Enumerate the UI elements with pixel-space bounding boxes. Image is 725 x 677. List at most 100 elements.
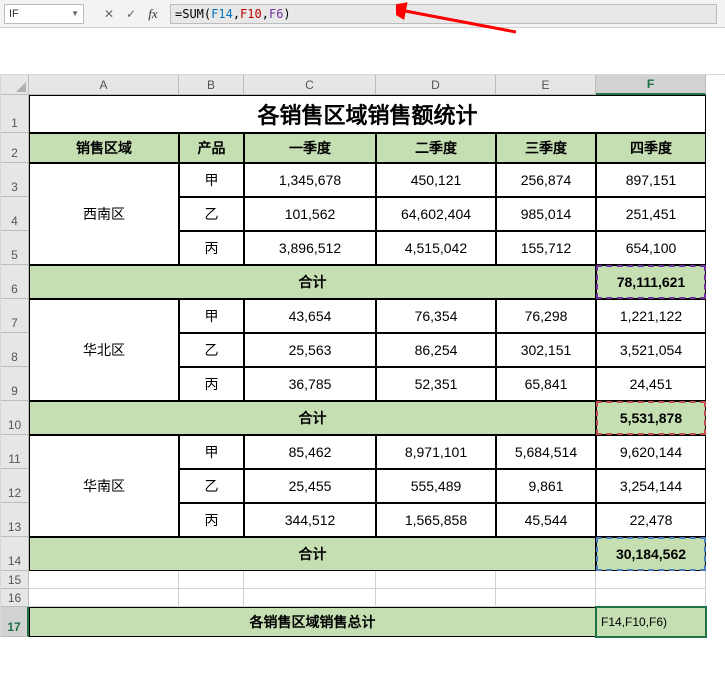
table-cell[interactable]: 85,462 (244, 435, 376, 469)
table-cell[interactable]: 9,620,144 (596, 435, 706, 469)
table-cell[interactable]: 256,874 (496, 163, 596, 197)
table-cell[interactable]: 4,515,042 (376, 231, 496, 265)
subtotal-q4-0[interactable]: 78,111,621 (596, 265, 706, 299)
row-header-16[interactable]: 16 (1, 589, 29, 607)
table-cell[interactable]: 3,521,054 (596, 333, 706, 367)
chevron-down-icon[interactable]: ▼ (71, 9, 79, 18)
col-header-F[interactable]: F (596, 75, 706, 95)
row-header-17[interactable]: 17 (1, 607, 29, 637)
table-cell[interactable]: 甲 (179, 299, 244, 333)
empty-cell[interactable] (179, 571, 244, 589)
empty-cell[interactable] (179, 589, 244, 607)
empty-cell[interactable] (376, 589, 496, 607)
table-cell[interactable]: 43,654 (244, 299, 376, 333)
table-cell[interactable]: 丙 (179, 503, 244, 537)
col-header-D[interactable]: D (376, 75, 496, 95)
subtotal-q4-2[interactable]: 30,184,562 (596, 537, 706, 571)
hdr-q2[interactable]: 二季度 (376, 133, 496, 163)
table-cell[interactable]: 985,014 (496, 197, 596, 231)
hdr-area[interactable]: 销售区域 (29, 133, 179, 163)
title-cell[interactable]: 各销售区域销售额统计 (29, 95, 706, 133)
empty-cell[interactable] (376, 571, 496, 589)
row-header-7[interactable]: 7 (1, 299, 29, 333)
empty-cell[interactable] (496, 571, 596, 589)
table-cell[interactable]: 1,221,122 (596, 299, 706, 333)
empty-cell[interactable] (29, 589, 179, 607)
table-cell[interactable]: 302,151 (496, 333, 596, 367)
table-cell[interactable]: 乙 (179, 333, 244, 367)
row-header-12[interactable]: 12 (1, 469, 29, 503)
table-cell[interactable]: 1,345,678 (244, 163, 376, 197)
row-header-3[interactable]: 3 (1, 163, 29, 197)
table-cell[interactable]: 乙 (179, 469, 244, 503)
row-header-13[interactable]: 13 (1, 503, 29, 537)
fx-icon[interactable]: fx (142, 3, 164, 25)
table-cell[interactable]: 36,785 (244, 367, 376, 401)
cancel-formula-button[interactable]: ✕ (98, 3, 120, 25)
table-cell[interactable]: 76,298 (496, 299, 596, 333)
row-header-8[interactable]: 8 (1, 333, 29, 367)
empty-cell[interactable] (244, 571, 376, 589)
table-cell[interactable]: 8,971,101 (376, 435, 496, 469)
hdr-q3[interactable]: 三季度 (496, 133, 596, 163)
table-cell[interactable]: 25,455 (244, 469, 376, 503)
empty-cell[interactable] (596, 571, 706, 589)
row-header-4[interactable]: 4 (1, 197, 29, 231)
row-header-5[interactable]: 5 (1, 231, 29, 265)
name-box[interactable]: IF ▼ (4, 4, 84, 24)
table-cell[interactable]: 3,896,512 (244, 231, 376, 265)
subtotal-label-0[interactable]: 合计 (29, 265, 596, 299)
hdr-product[interactable]: 产品 (179, 133, 244, 163)
table-cell[interactable]: 甲 (179, 163, 244, 197)
table-cell[interactable]: 155,712 (496, 231, 596, 265)
table-cell[interactable]: 9,861 (496, 469, 596, 503)
table-cell[interactable]: 555,489 (376, 469, 496, 503)
table-cell[interactable]: 3,254,144 (596, 469, 706, 503)
row-header-10[interactable]: 10 (1, 401, 29, 435)
table-cell[interactable]: 344,512 (244, 503, 376, 537)
table-cell[interactable]: 654,100 (596, 231, 706, 265)
row-header-14[interactable]: 14 (1, 537, 29, 571)
table-cell[interactable]: 86,254 (376, 333, 496, 367)
table-cell[interactable]: 1,565,858 (376, 503, 496, 537)
grand-total-active-cell[interactable]: F14,F10,F6) (596, 607, 706, 637)
table-cell[interactable]: 乙 (179, 197, 244, 231)
table-cell[interactable]: 丙 (179, 231, 244, 265)
region-name-0[interactable]: 西南区 (29, 163, 179, 265)
accept-formula-button[interactable]: ✓ (120, 3, 142, 25)
col-header-B[interactable]: B (179, 75, 244, 95)
table-cell[interactable]: 76,354 (376, 299, 496, 333)
table-cell[interactable]: 897,151 (596, 163, 706, 197)
table-cell[interactable]: 101,562 (244, 197, 376, 231)
table-cell[interactable]: 22,478 (596, 503, 706, 537)
empty-cell[interactable] (596, 589, 706, 607)
table-cell[interactable]: 45,544 (496, 503, 596, 537)
col-header-E[interactable]: E (496, 75, 596, 95)
table-cell[interactable]: 丙 (179, 367, 244, 401)
subtotal-q4-1[interactable]: 5,531,878 (596, 401, 706, 435)
table-cell[interactable]: 25,563 (244, 333, 376, 367)
empty-cell[interactable] (496, 589, 596, 607)
row-header-9[interactable]: 9 (1, 367, 29, 401)
spreadsheet-grid[interactable]: A B C D E F 1 各销售区域销售额统计 2 销售区域 产品 一季度 二… (0, 74, 725, 637)
table-cell[interactable]: 52,351 (376, 367, 496, 401)
subtotal-label-1[interactable]: 合计 (29, 401, 596, 435)
hdr-q4[interactable]: 四季度 (596, 133, 706, 163)
table-cell[interactable]: 251,451 (596, 197, 706, 231)
table-cell[interactable]: 64,602,404 (376, 197, 496, 231)
region-name-1[interactable]: 华北区 (29, 299, 179, 401)
subtotal-label-2[interactable]: 合计 (29, 537, 596, 571)
table-cell[interactable]: 甲 (179, 435, 244, 469)
table-cell[interactable]: 5,684,514 (496, 435, 596, 469)
grand-total-label[interactable]: 各销售区域销售总计 (29, 607, 596, 637)
region-name-2[interactable]: 华南区 (29, 435, 179, 537)
empty-cell[interactable] (244, 589, 376, 607)
row-header-6[interactable]: 6 (1, 265, 29, 299)
hdr-q1[interactable]: 一季度 (244, 133, 376, 163)
formula-input[interactable]: =SUM(F14,F10,F6) (170, 4, 717, 24)
select-all-corner[interactable] (1, 75, 29, 95)
empty-cell[interactable] (29, 571, 179, 589)
col-header-A[interactable]: A (29, 75, 179, 95)
table-cell[interactable]: 24,451 (596, 367, 706, 401)
row-header-2[interactable]: 2 (1, 133, 29, 163)
